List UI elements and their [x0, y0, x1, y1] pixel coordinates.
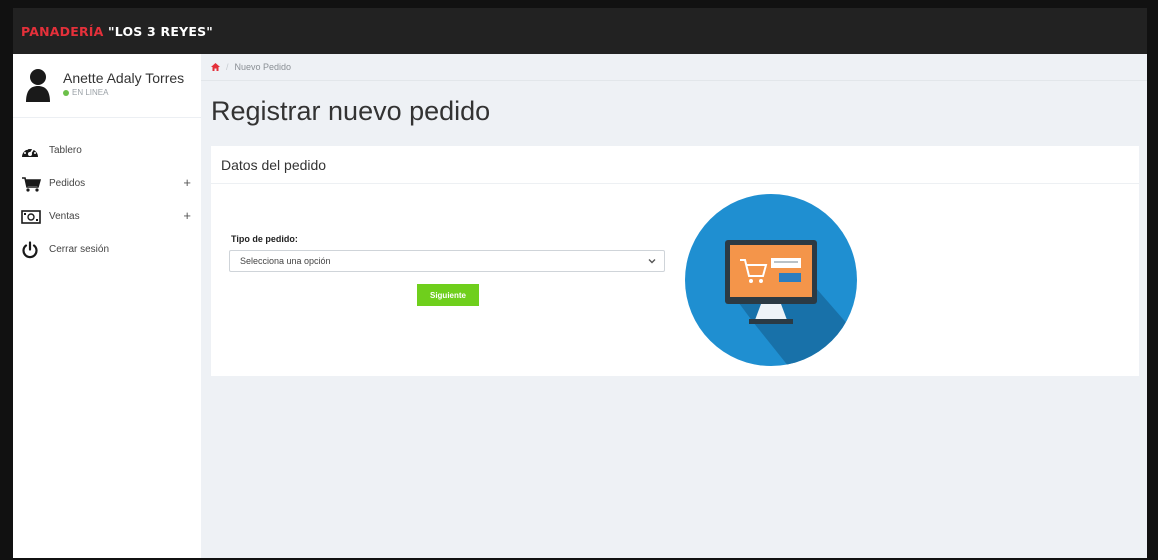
user-status-label: EN LINEA [72, 88, 109, 97]
power-icon [21, 240, 43, 259]
sidebar: Anette Adaly Torres EN LINEA Tablero Ped… [13, 54, 201, 558]
sidebar-item-pedidos[interactable]: Pedidos + [13, 167, 201, 200]
main-content: / Nuevo Pedido Registrar nuevo pedido Da… [201, 54, 1147, 558]
order-type-label: Tipo de pedido: [231, 234, 298, 244]
next-button[interactable]: Siguiente [417, 284, 479, 306]
panel-header: Datos del pedido [211, 146, 1139, 184]
top-navbar: PANADERÍA "LOS 3 REYES" [13, 8, 1147, 54]
chevron-down-icon [648, 259, 656, 264]
order-type-select[interactable]: Selecciona una opción [229, 250, 665, 272]
home-icon[interactable] [211, 63, 220, 71]
page-title: Registrar nuevo pedido [211, 96, 491, 126]
breadcrumb-current: Nuevo Pedido [234, 62, 292, 72]
screenshot-frame: PANADERÍA "LOS 3 REYES" Anette Adaly Tor… [0, 0, 1158, 560]
breadcrumb-separator: / [226, 62, 229, 72]
online-shop-illustration [685, 194, 857, 366]
user-name: Anette Adaly Torres [63, 70, 185, 86]
panel-title: Datos del pedido [221, 157, 327, 173]
cart-icon [21, 175, 43, 193]
order-type-select-value: Selecciona una opción [240, 256, 331, 266]
app-window: PANADERÍA "LOS 3 REYES" Anette Adaly Tor… [13, 8, 1147, 558]
sidebar-item-ventas[interactable]: Ventas + [13, 200, 201, 233]
user-avatar-icon [26, 69, 50, 102]
money-icon [21, 208, 43, 226]
dashboard-icon [21, 142, 43, 160]
sidebar-item-label: Cerrar sesión [49, 244, 110, 255]
breadcrumb: / Nuevo Pedido [211, 62, 291, 72]
expand-plus-icon[interactable]: + [183, 175, 191, 190]
sidebar-item-label: Ventas [49, 211, 80, 222]
brand-name-white: "LOS 3 REYES" [108, 23, 213, 39]
sidebar-item-label: Tablero [49, 145, 82, 156]
online-dot-icon [63, 89, 69, 96]
order-panel: Datos del pedido Tipo de pedido: Selecci… [211, 146, 1139, 376]
brand-name-red: PANADERÍA [21, 23, 109, 39]
sidebar-item-tablero[interactable]: Tablero [13, 134, 201, 167]
user-panel: Anette Adaly Torres EN LINEA [13, 54, 201, 118]
brand-logo[interactable]: PANADERÍA "LOS 3 REYES" [21, 24, 213, 39]
expand-plus-icon[interactable]: + [183, 208, 191, 223]
header-divider [201, 80, 1147, 81]
sidebar-item-cerrar-sesion[interactable]: Cerrar sesión [13, 233, 201, 266]
sidebar-menu: Tablero Pedidos + Ventas + Cerrar sesión [13, 134, 201, 266]
user-status: EN LINEA [63, 88, 108, 97]
sidebar-item-label: Pedidos [49, 178, 86, 189]
